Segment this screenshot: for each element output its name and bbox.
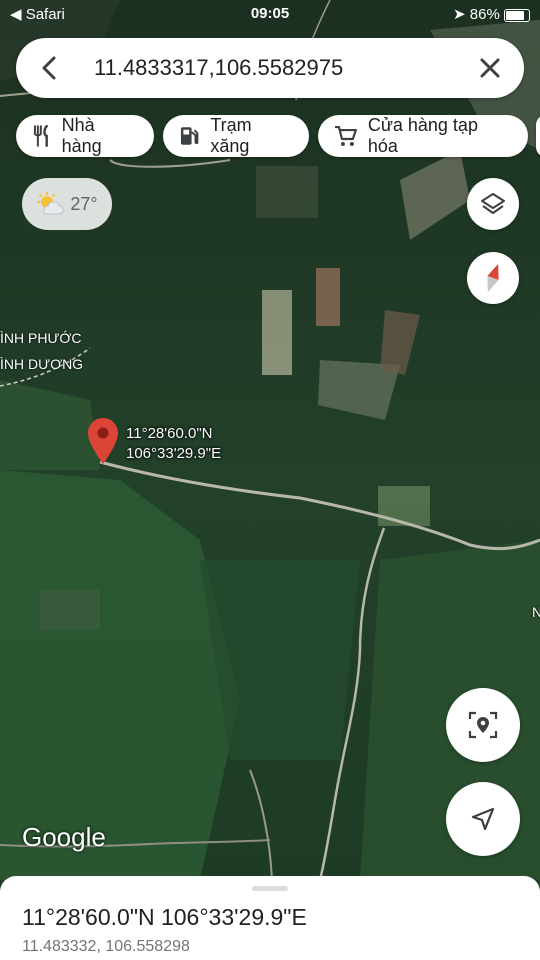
partly-cloudy-icon	[37, 192, 64, 215]
chip-label: Trạm xăng	[210, 115, 252, 156]
place-sheet[interactable]: 11°28'60.0"N 106°33'29.9"E 11.483332, 10…	[0, 876, 540, 960]
compass-icon	[487, 263, 499, 293]
chip-label: Nhà hàng	[61, 115, 102, 156]
chip-label: Cửa hàng tạp hóa	[367, 115, 478, 156]
google-logo: Google	[22, 822, 106, 852]
battery-percent: 86%	[469, 6, 500, 23]
back-arrow-icon[interactable]	[34, 52, 66, 84]
restaurant-icon	[33, 125, 48, 147]
sheet-drag-handle[interactable]	[252, 886, 288, 891]
chip-grocery[interactable]: Cửa hàng tạp hóa	[318, 115, 528, 157]
pin-label: 11°28'60.0"N 106°33'29.9"E	[126, 424, 221, 464]
place-title: 11°28'60.0"N 106°33'29.9"E	[22, 904, 307, 930]
pin-label-latitude: 11°28'60.0"N	[126, 425, 213, 442]
place-decimal-coordinates: 11.483332, 106.558298	[22, 938, 190, 955]
compass-button[interactable]	[467, 252, 519, 304]
close-icon[interactable]	[474, 52, 506, 84]
map-region-label-binh-phuoc: ÌNH PHƯỚC	[0, 330, 82, 346]
battery-icon	[504, 8, 530, 22]
explore-location-button[interactable]	[446, 688, 520, 762]
chip-gas-stations[interactable]: Trạm xăng	[163, 115, 309, 157]
map-edge-label: N	[532, 604, 540, 620]
layers-icon	[481, 193, 505, 214]
gas-station-icon	[180, 127, 199, 145]
weather-badge[interactable]: 27°	[22, 178, 112, 230]
navigation-arrow-icon	[471, 807, 495, 831]
status-bar: ◀ Safari 09:05 ➤ 86%	[0, 0, 540, 28]
pin-label-longitude: 106°33'29.9"E	[126, 445, 222, 462]
layers-button[interactable]	[467, 178, 519, 230]
location-search-icon	[468, 711, 498, 739]
search-bar[interactable]: 11.4833317,106.5582975	[16, 38, 524, 98]
my-location-button[interactable]	[446, 782, 520, 856]
status-right: ➤ 86%	[453, 5, 530, 23]
chip-more[interactable]	[536, 115, 540, 157]
location-pin-icon[interactable]	[88, 418, 118, 464]
location-arrow-icon: ➤	[453, 6, 466, 23]
shopping-cart-icon	[334, 125, 357, 146]
weather-temperature: 27°	[70, 193, 98, 214]
chip-restaurants[interactable]: Nhà hàng	[16, 115, 154, 157]
search-query[interactable]: 11.4833317,106.5582975	[94, 55, 343, 81]
map-region-label-binh-duong: ÌNH DƯƠNG	[0, 356, 84, 372]
